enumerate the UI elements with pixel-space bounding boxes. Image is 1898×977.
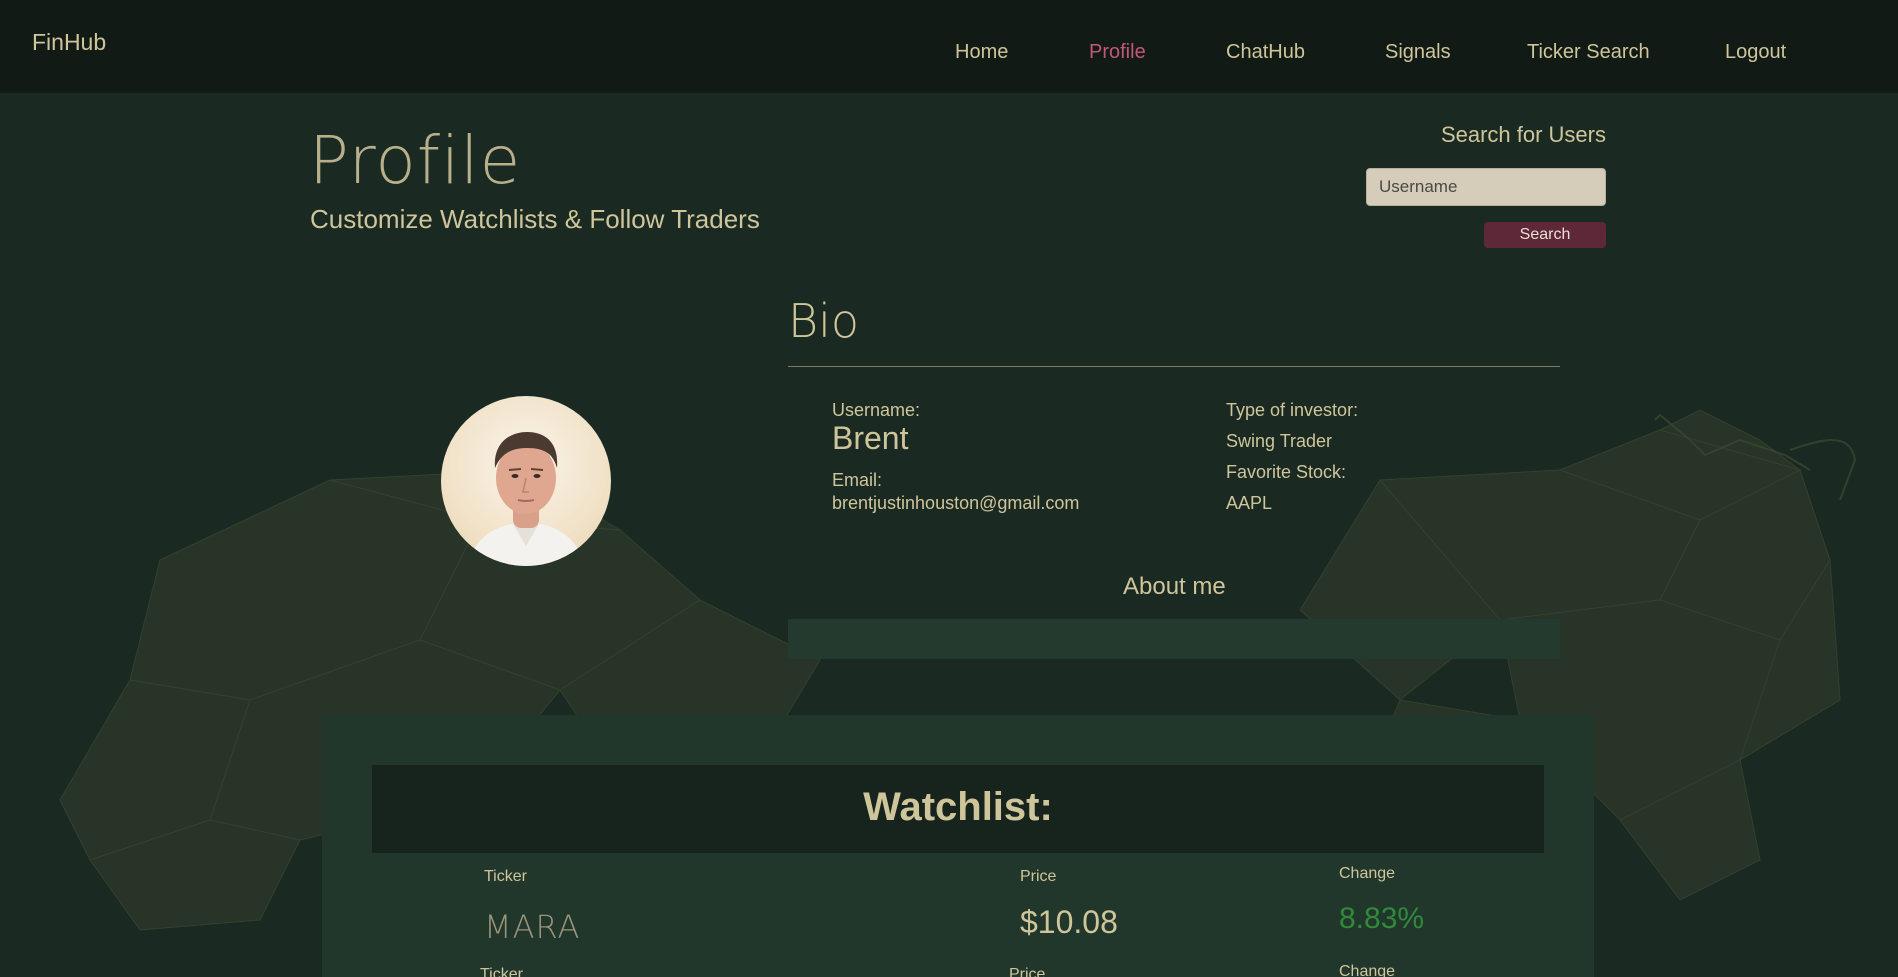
watchlist-header: Watchlist: <box>372 765 1544 853</box>
username-value: Brent <box>832 420 909 456</box>
nav-chathub[interactable]: ChatHub <box>1226 41 1305 64</box>
nav-profile[interactable]: Profile <box>1089 41 1146 64</box>
avatar <box>441 396 611 566</box>
profile-photo <box>466 432 586 566</box>
about-me-text <box>788 619 1560 659</box>
change-column-label: Change <box>1339 963 1396 977</box>
bio-divider <box>788 366 1560 367</box>
favorite-stock-value: AAPL <box>1226 493 1273 513</box>
investor-type-value: Swing Trader <box>1226 431 1333 451</box>
watchlist-title: Watchlist: <box>863 785 1053 829</box>
bio-heading: Bio <box>788 294 860 348</box>
favorite-stock-label: Favorite Stock: <box>1226 462 1347 482</box>
top-navbar: FinHub Home Profile ChatHub Signals Tick… <box>0 0 1898 93</box>
nav-ticker-search[interactable]: Ticker Search <box>1527 41 1650 64</box>
brand-logo[interactable]: FinHub <box>32 29 106 56</box>
about-me-heading: About me <box>1123 573 1226 600</box>
ticker-column-label: Ticker <box>484 868 527 885</box>
page-subtitle: Customize Watchlists & Follow Traders <box>310 204 760 234</box>
investor-type-label: Type of investor: <box>1226 400 1359 420</box>
email-value: brentjustinhouston@gmail.com <box>832 493 1080 513</box>
watchlist-change: 8.83% <box>1339 902 1425 935</box>
nav-home[interactable]: Home <box>955 41 1008 64</box>
username-search-input[interactable] <box>1366 168 1606 206</box>
ticker-column-label: Ticker <box>480 966 523 977</box>
watchlist-price: $10.08 <box>1020 904 1118 940</box>
change-column-label: Change <box>1339 865 1396 882</box>
price-column-label: Price <box>1009 966 1046 977</box>
nav-signals[interactable]: Signals <box>1385 41 1451 64</box>
user-search-heading: Search for Users <box>1440 122 1606 147</box>
price-column-label: Price <box>1020 868 1057 885</box>
username-label: Username: <box>832 400 921 420</box>
nav-logout[interactable]: Logout <box>1725 41 1786 64</box>
user-search-button[interactable]: Search <box>1484 222 1606 248</box>
email-label: Email: <box>832 470 883 490</box>
watchlist-ticker[interactable]: MARA <box>484 908 580 946</box>
page-title: Profile <box>309 122 522 199</box>
